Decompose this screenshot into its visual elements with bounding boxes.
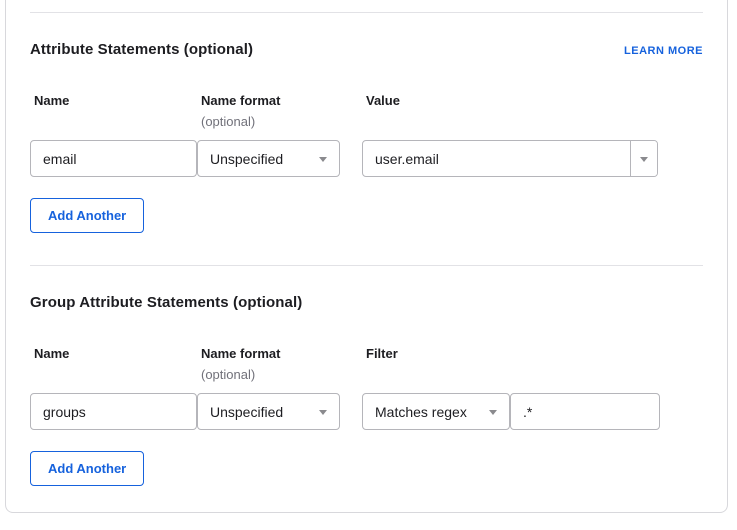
chevron-down-icon bbox=[319, 410, 327, 415]
learn-more-link[interactable]: LEARN MORE bbox=[624, 45, 703, 57]
attribute-value-dropdown-button[interactable] bbox=[630, 141, 657, 176]
group-attribute-statement-row: Unspecified Matches regex bbox=[30, 393, 703, 430]
name-label: Name bbox=[34, 93, 197, 108]
group-filter-type-value: Matches regex bbox=[375, 404, 467, 420]
section-divider bbox=[30, 265, 703, 266]
name-format-optional-label: (optional) bbox=[201, 114, 340, 129]
group-attribute-statements-heading: Group Attribute Statements (optional) bbox=[30, 294, 302, 311]
attribute-statements-heading: Attribute Statements (optional) bbox=[30, 41, 253, 58]
attribute-statement-row: Unspecified bbox=[30, 140, 703, 177]
filter-label: Filter bbox=[366, 346, 398, 361]
group-name-format-select[interactable]: Unspecified bbox=[197, 393, 340, 430]
chevron-down-icon bbox=[489, 410, 497, 415]
name-label-col: Name bbox=[30, 93, 197, 140]
attribute-name-format-select[interactable]: Unspecified bbox=[197, 140, 340, 177]
group-filter-type-select[interactable]: Matches regex bbox=[362, 393, 510, 430]
chevron-down-icon bbox=[319, 157, 327, 162]
group-attribute-statements-header: Group Attribute Statements (optional) bbox=[30, 294, 703, 311]
name-format-label: Name format bbox=[201, 93, 340, 108]
group-attribute-name-input[interactable] bbox=[30, 393, 197, 430]
section-divider bbox=[30, 12, 703, 13]
group-filter-value-input[interactable] bbox=[510, 393, 660, 430]
value-label-col: Value bbox=[362, 93, 400, 140]
attribute-value-combobox bbox=[362, 140, 658, 177]
attribute-statements-labels: Name Name format (optional) Value bbox=[30, 93, 703, 140]
value-label: Value bbox=[366, 93, 400, 108]
group-name-label-col: Name bbox=[30, 346, 197, 393]
attribute-name-format-value: Unspecified bbox=[210, 151, 283, 167]
group-name-label: Name bbox=[34, 346, 197, 361]
add-another-group-attribute-button[interactable]: Add Another bbox=[30, 451, 144, 486]
add-another-attribute-button[interactable]: Add Another bbox=[30, 198, 144, 233]
filter-label-col: Filter bbox=[362, 346, 398, 393]
group-name-format-label-col: Name format (optional) bbox=[197, 346, 340, 393]
chevron-down-icon bbox=[640, 157, 648, 162]
attribute-value-input[interactable] bbox=[363, 141, 630, 176]
page-viewport: Attribute Statements (optional) LEARN MO… bbox=[0, 0, 737, 530]
group-name-format-optional-label: (optional) bbox=[201, 367, 340, 382]
group-attribute-statements-labels: Name Name format (optional) Filter bbox=[30, 346, 703, 393]
saml-settings-card: Attribute Statements (optional) LEARN MO… bbox=[5, 0, 728, 513]
attribute-name-input[interactable] bbox=[30, 140, 197, 177]
name-format-label-col: Name format (optional) bbox=[197, 93, 340, 140]
group-name-format-value: Unspecified bbox=[210, 404, 283, 420]
group-name-format-label: Name format bbox=[201, 346, 340, 361]
attribute-statements-header: Attribute Statements (optional) LEARN MO… bbox=[30, 41, 703, 58]
